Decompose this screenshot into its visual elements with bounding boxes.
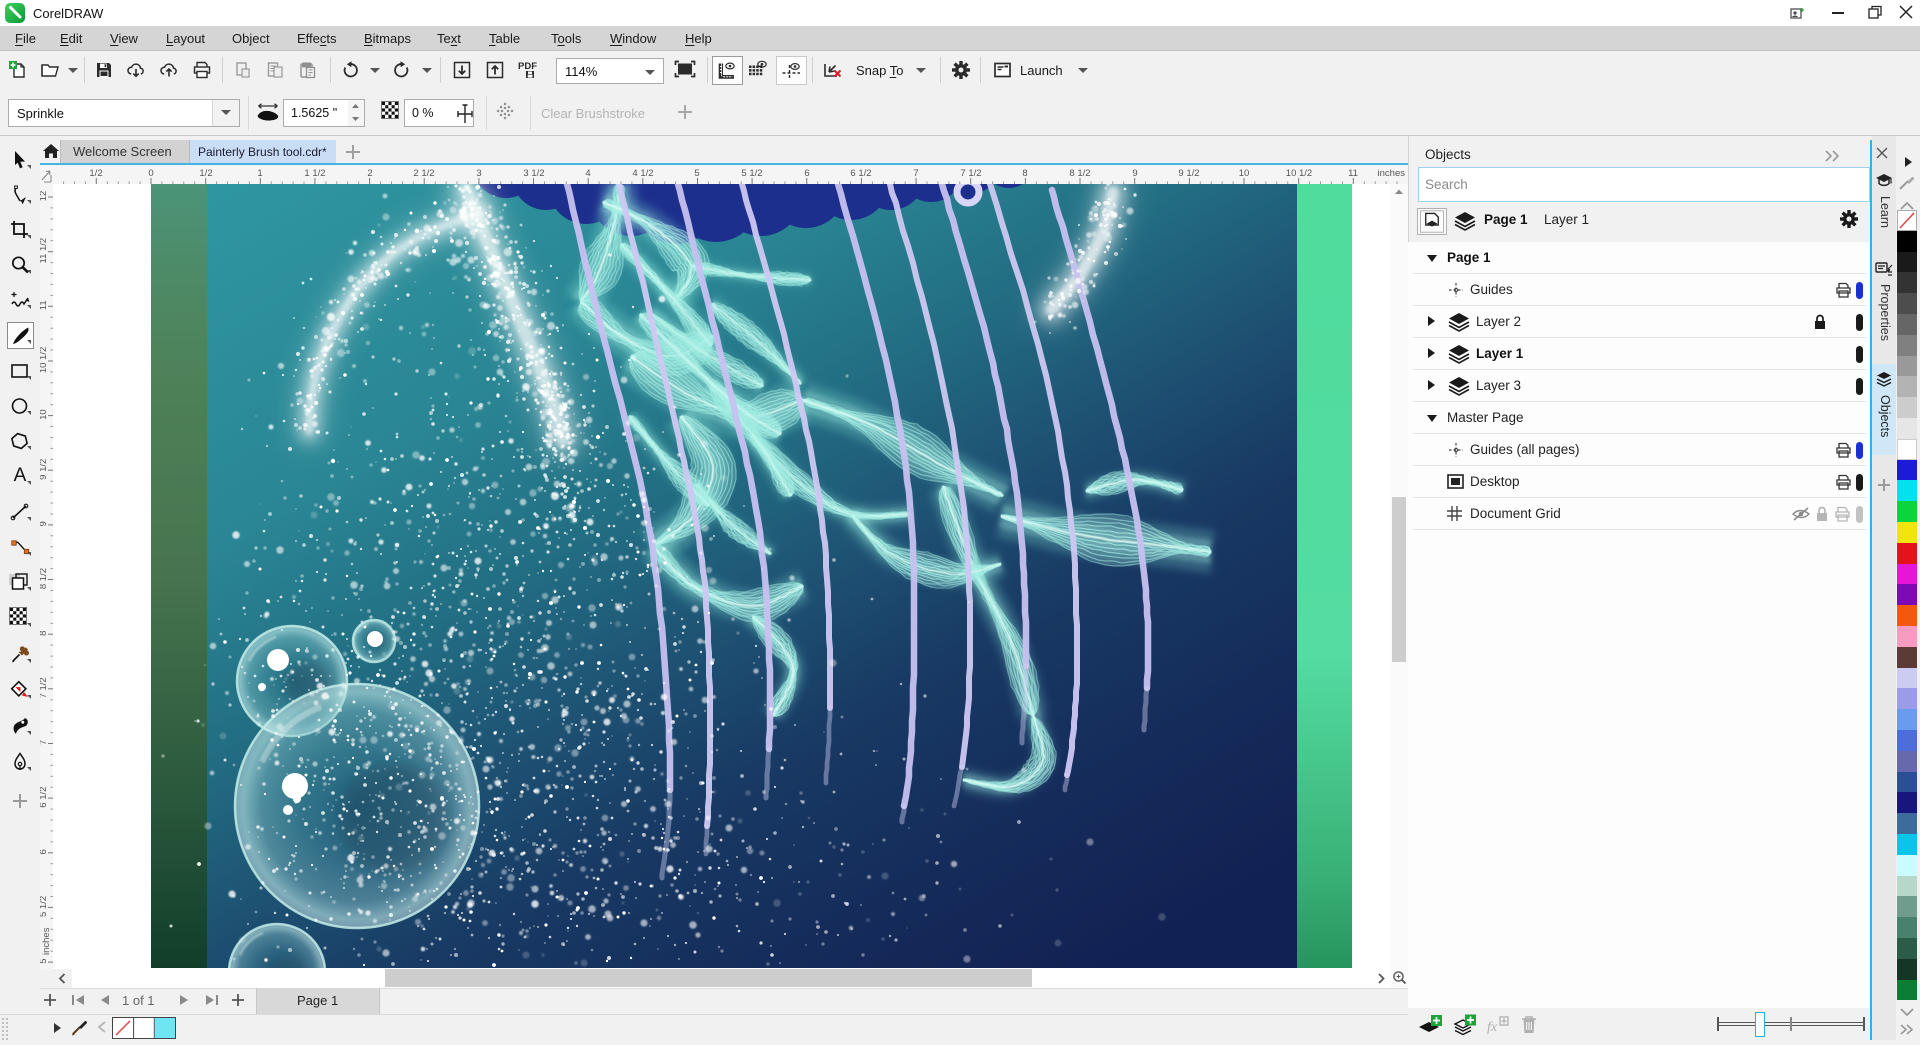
svg-text:4 1/2: 4 1/2	[632, 168, 653, 179]
svg-text:1/2: 1/2	[199, 168, 212, 179]
svg-text:10: 10	[40, 409, 49, 420]
svg-text:fx: fx	[1487, 1020, 1498, 1035]
svg-text:0: 0	[148, 168, 153, 179]
svg-text:11 1/2: 11 1/2	[40, 238, 49, 264]
svg-text:inches: inches	[1378, 168, 1406, 179]
svg-text:9: 9	[40, 521, 49, 526]
svg-text:8: 8	[1022, 168, 1027, 179]
svg-text:9 1/2: 9 1/2	[40, 459, 49, 480]
svg-text:8 1/2: 8 1/2	[1069, 168, 1090, 179]
svg-text:2: 2	[367, 168, 372, 179]
svg-text:6: 6	[804, 168, 809, 179]
svg-text:11: 11	[40, 300, 49, 310]
svg-text:7: 7	[913, 168, 918, 179]
svg-text:11: 11	[1348, 168, 1358, 179]
svg-text:5 1/2: 5 1/2	[741, 168, 762, 179]
svg-text:8: 8	[40, 631, 49, 636]
svg-text:10 1/2: 10 1/2	[1286, 168, 1312, 179]
svg-text:6 1/2: 6 1/2	[850, 168, 871, 179]
svg-text:3: 3	[476, 168, 481, 179]
svg-text:10: 10	[1239, 168, 1250, 179]
svg-text:5: 5	[40, 958, 49, 963]
svg-text:8 1/2: 8 1/2	[40, 568, 49, 589]
svg-text:2 1/2: 2 1/2	[413, 168, 434, 179]
svg-text:7: 7	[40, 740, 49, 745]
svg-text:10 1/2: 10 1/2	[40, 347, 49, 373]
svg-text:7 1/2: 7 1/2	[960, 168, 981, 179]
svg-text:3 1/2: 3 1/2	[523, 168, 544, 179]
svg-text:4: 4	[585, 168, 590, 179]
svg-text:9: 9	[1132, 168, 1137, 179]
svg-text:9 1/2: 9 1/2	[1178, 168, 1199, 179]
svg-text:1 1/2: 1 1/2	[304, 168, 325, 179]
svg-text:7 1/2: 7 1/2	[40, 677, 49, 698]
svg-text:12: 12	[40, 191, 49, 202]
svg-text:1/2: 1/2	[89, 168, 102, 179]
svg-text:5: 5	[694, 168, 699, 179]
svg-text:6: 6	[40, 849, 49, 854]
svg-text:5 1/2: 5 1/2	[40, 896, 49, 917]
svg-text:1: 1	[257, 168, 262, 179]
svg-text:PDF: PDF	[518, 61, 537, 72]
svg-text:6 1/2: 6 1/2	[40, 787, 49, 808]
